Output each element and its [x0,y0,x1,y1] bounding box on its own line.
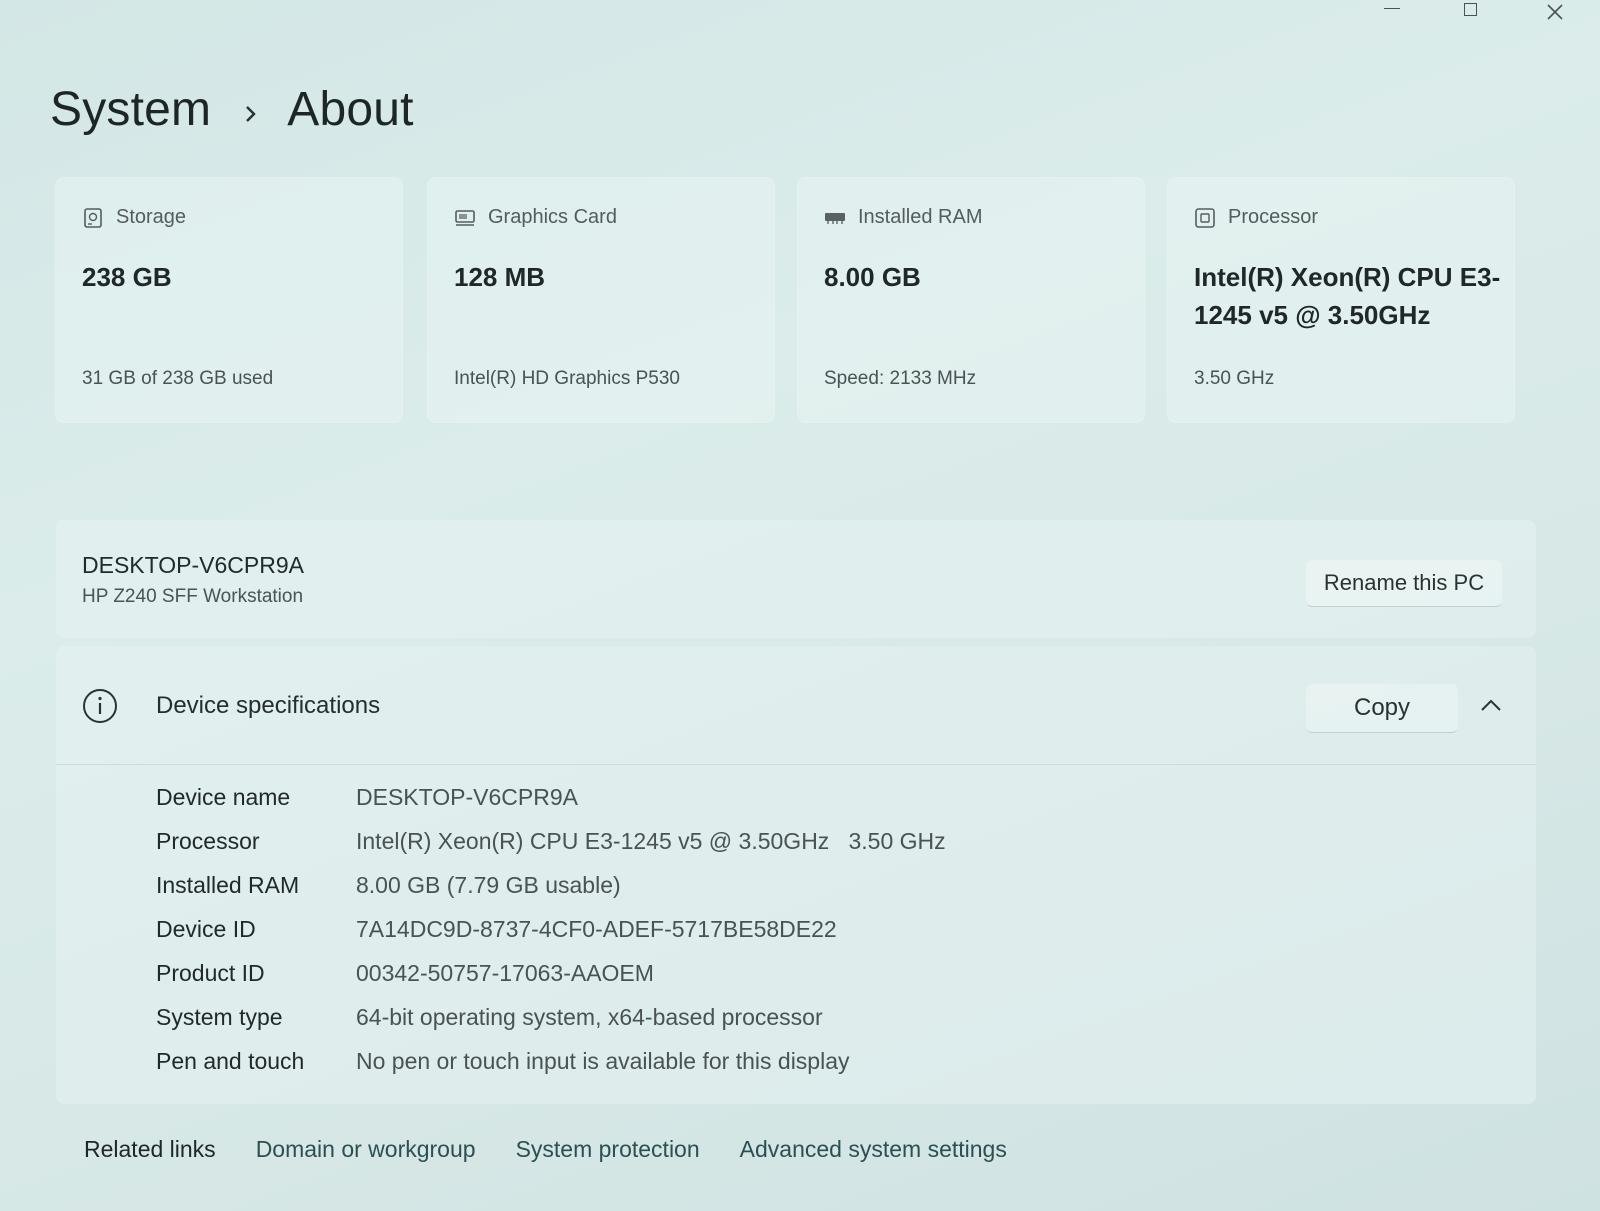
card-storage[interactable]: Storage 238 GB 31 GB of 238 GB used [56,178,402,422]
spec-value: 7A14DC9D-8737-4CF0-ADEF-5717BE58DE22 [356,916,837,942]
card-title: Storage [116,206,187,228]
spec-value: 00342-50757-17063-AAOEM [356,960,654,986]
processor-icon [1194,207,1216,229]
storage-icon [82,207,104,229]
device-specifications-panel: Device specifications Copy Device name D… [56,646,1536,1104]
breadcrumb: System About [50,82,414,137]
spec-label: Device ID [156,916,256,942]
spec-label: Installed RAM [156,872,300,898]
spec-label: System type [156,1004,283,1030]
card-installed-ram[interactable]: Installed RAM 8.00 GB Speed: 2133 MHz [798,178,1144,422]
spec-label: Device name [156,784,291,810]
chevron-right-icon [243,82,259,137]
card-value: Intel(R) Xeon(R) CPU E3-1245 v5 @ 3.50GH… [1194,262,1501,330]
link-system-protection[interactable]: System protection [516,1136,700,1163]
minimize-button[interactable] [1360,0,1420,26]
related-links: Related links Domain or workgroup System… [84,1136,1047,1163]
spec-label: Product ID [156,960,265,986]
device-name: DESKTOP-V6CPR9A [82,552,304,578]
card-detail: Intel(R) HD Graphics P530 [454,368,680,389]
device-name-section: DESKTOP-V6CPR9A HP Z240 SFF Workstation … [56,520,1536,638]
spec-value: Intel(R) Xeon(R) CPU E3-1245 v5 @ 3.50GH… [356,828,946,854]
chevron-up-icon[interactable] [1476,694,1506,718]
close-icon [1547,4,1563,20]
card-title: Installed RAM [858,206,983,228]
device-specifications-header[interactable]: Device specifications Copy [56,646,1536,765]
maximize-button[interactable] [1440,0,1500,26]
window-controls [1340,0,1600,26]
card-graphics-card[interactable]: Graphics Card 128 MB Intel(R) HD Graphic… [428,178,774,422]
close-button[interactable] [1520,0,1580,26]
spec-value: DESKTOP-V6CPR9A [356,784,578,810]
spec-label: Processor [156,828,260,854]
graphics-card-icon [454,207,476,229]
spec-cards: Storage 238 GB 31 GB of 238 GB used Grap… [56,178,1540,424]
page-title: About [287,83,414,136]
card-value: 238 GB [82,262,172,292]
spec-value: No pen or touch input is available for t… [356,1048,850,1074]
breadcrumb-system[interactable]: System [50,82,211,137]
spec-value: 8.00 GB (7.79 GB usable) [356,872,621,898]
rename-pc-button[interactable]: Rename this PC [1306,560,1502,607]
device-specifications-title: Device specifications [156,692,381,719]
device-model: HP Z240 SFF Workstation [82,586,304,607]
copy-button[interactable]: Copy [1306,684,1458,733]
card-processor[interactable]: Processor Intel(R) Xeon(R) CPU E3-1245 v… [1168,178,1514,422]
card-value: 8.00 GB [824,262,921,292]
link-domain-or-workgroup[interactable]: Domain or workgroup [256,1136,476,1163]
card-detail: Speed: 2133 MHz [824,368,977,389]
card-detail: 3.50 GHz [1194,368,1275,389]
ram-icon [824,207,846,229]
card-value: 128 MB [454,262,546,292]
info-icon [83,689,117,723]
card-title: Processor [1228,206,1319,228]
card-detail: 31 GB of 238 GB used [82,368,274,389]
spec-value: 64-bit operating system, x64-based proce… [356,1004,823,1030]
related-links-label: Related links [84,1136,216,1162]
card-title: Graphics Card [488,206,617,228]
spec-label: Pen and touch [156,1048,305,1074]
link-advanced-system-settings[interactable]: Advanced system settings [740,1136,1007,1163]
